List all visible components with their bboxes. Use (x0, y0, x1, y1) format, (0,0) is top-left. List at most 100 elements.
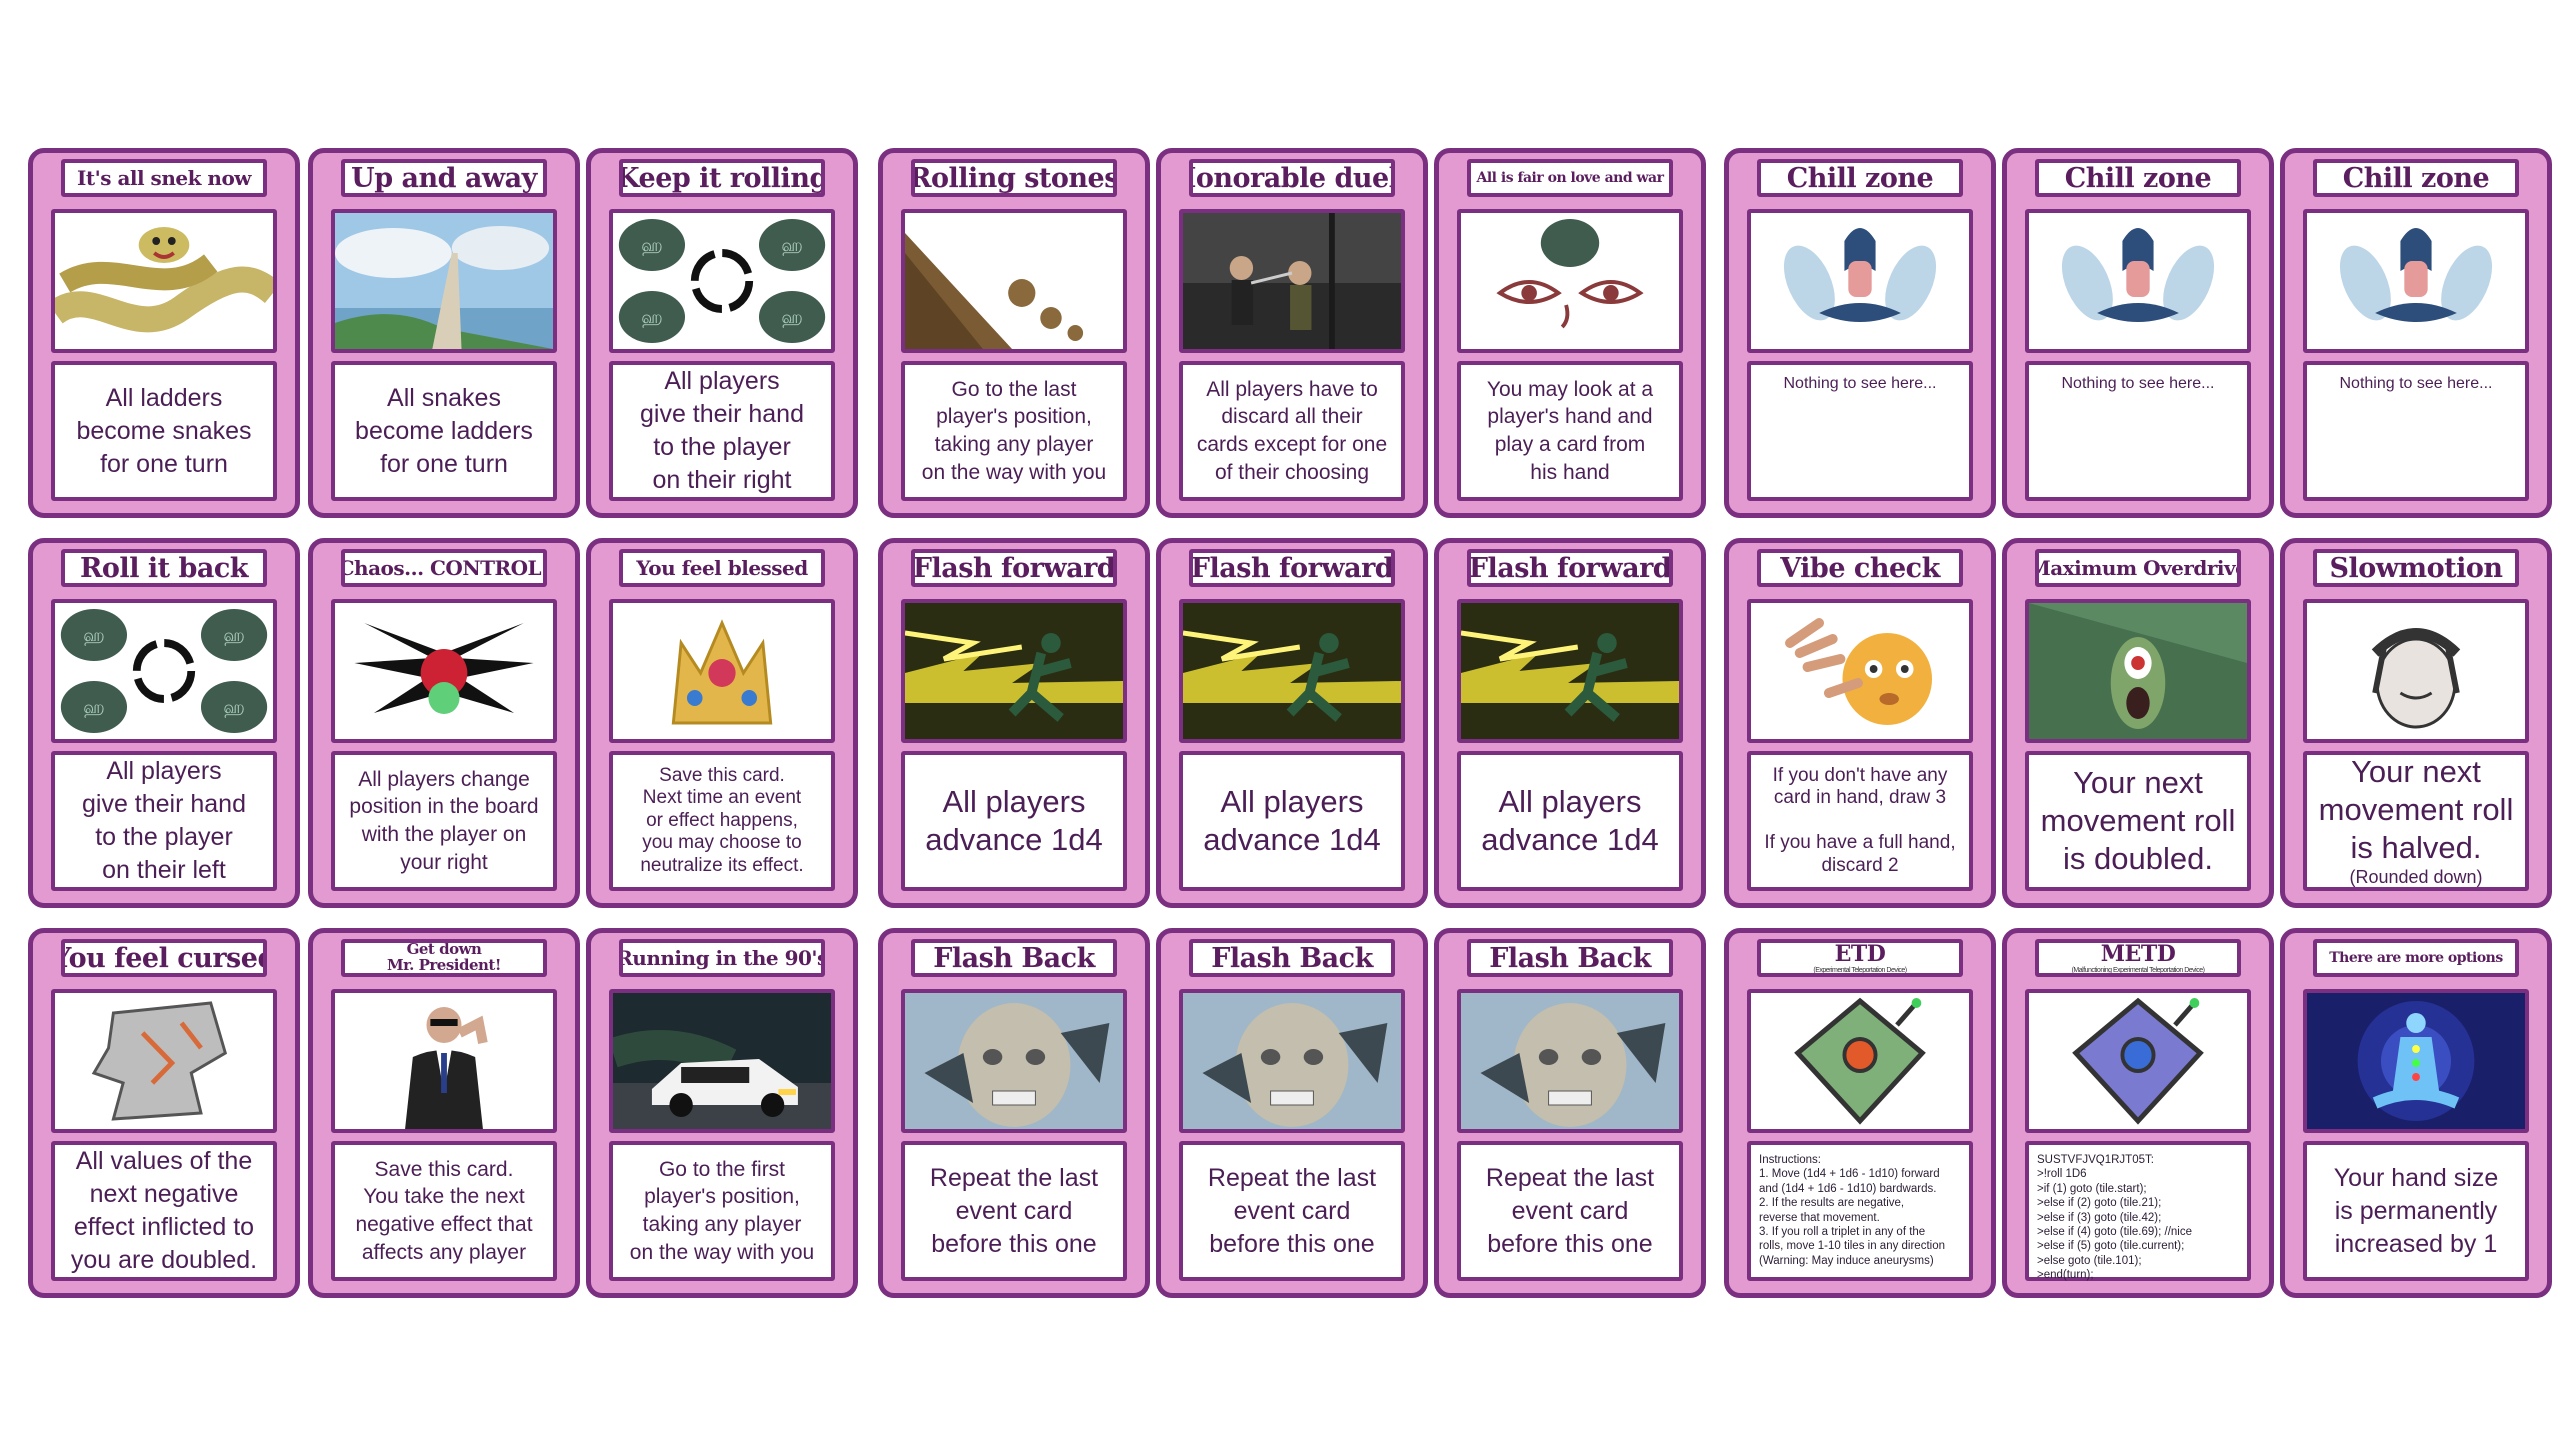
game-card[interactable]: Flash forward All players advance 1d4 (1434, 538, 1706, 908)
card-description-text: Save this card. Next time an event or ef… (640, 764, 804, 876)
card-description: You may look at a player's hand and play… (1457, 361, 1683, 501)
card-title-text: Up and away (351, 162, 537, 194)
flashback-face-icon (1457, 989, 1683, 1133)
game-card[interactable]: Up and away All snakes become ladders fo… (308, 148, 580, 518)
rockslide-icon (901, 209, 1127, 353)
svg-text:ஹ: ஹ (83, 626, 104, 646)
game-card[interactable]: Chill zone Nothing to see here... (2280, 148, 2552, 518)
card-description: All players advance 1d4 (1457, 751, 1683, 891)
card-title-text: Chaos... CONTROL! (341, 556, 547, 580)
card-description: All players give their hand to the playe… (51, 751, 277, 891)
card-description-text: Instructions: 1. Move (1d4 + 1d6 - 1d10)… (1759, 1154, 1945, 1267)
card-title-text: Chill zone (2342, 162, 2490, 194)
card-title-text: Vibe check (1780, 552, 1940, 584)
game-card[interactable]: There are more options Your hand size is… (2280, 928, 2552, 1298)
card-title-text: Chill zone (2064, 162, 2212, 194)
game-card[interactable]: It's all snek now All ladders become sna… (28, 148, 300, 518)
svg-text:ஹ: ஹ (781, 236, 802, 256)
game-card[interactable]: Get down Mr. President! Save this card. Y… (308, 928, 580, 1298)
card-description: All players advance 1d4 (1179, 751, 1405, 891)
game-card[interactable]: Honorable duels All players have to disc… (1156, 148, 1428, 518)
game-card[interactable]: You feel blessed Save this card. Next ti… (586, 538, 858, 908)
game-card[interactable]: All is fair on love and war You may look… (1434, 148, 1706, 518)
card-description-text: Your next movement roll is doubled. (2040, 765, 2236, 876)
card-description-text: All values of the next negative effect i… (70, 1147, 258, 1274)
card-title: It's all snek now (61, 159, 267, 197)
card-description: Save this card. You take the next negati… (331, 1141, 557, 1281)
card-description-text: You may look at a player's hand and play… (1486, 377, 1654, 484)
game-card[interactable]: Maximum Overdrive Your next movement rol… (2002, 538, 2274, 908)
plankton-icon (2025, 599, 2251, 743)
game-card[interactable]: Running in the 90's Go to the first play… (586, 928, 858, 1298)
card-title: You feel blessed (619, 549, 825, 587)
card-title: Flash Back (911, 939, 1117, 977)
card-subtitle: (Experimental Teleportation Device) (1813, 966, 1907, 974)
card-description: SUSTVFJVQ1RJT05T: >!roll 1D6 >if (1) got… (2025, 1141, 2251, 1281)
game-card[interactable]: Slowmotion Your next movement roll is ha… (2280, 538, 2552, 908)
rotate-hands-icon: ஹ ஹ ஹ ஹ (51, 599, 277, 743)
lightning-runner-icon (1457, 599, 1683, 743)
card-description-text: Nothing to see here... (1783, 375, 1937, 392)
game-card[interactable]: Flash Back Repeat the last event card be… (1434, 928, 1706, 1298)
pirate-duel-icon (1179, 209, 1405, 353)
game-card[interactable]: Roll it back ஹ ஹ ஹ ஹ All players give their … (28, 538, 300, 908)
card-description-text: SUSTVFJVQ1RJT05T: >!roll 1D6 >if (1) got… (2037, 1154, 2193, 1281)
cursed-emoji-icon (1747, 599, 1973, 743)
card-title: You feel cursed (61, 939, 267, 977)
game-card[interactable]: Chaos... CONTROL! All players change pos… (308, 538, 580, 908)
card-title-line: Mr. President! (387, 956, 501, 974)
card-description-text: All players give their hand to the playe… (81, 757, 246, 884)
card-description: Go to the last player's position, taking… (901, 361, 1127, 501)
card-description-text: All players advance 1d4 (1481, 784, 1659, 857)
card-description: Nothing to see here... (1747, 361, 1973, 501)
card-grid: It's all snek now All ladders become sna… (28, 148, 2552, 1298)
card-description: All values of the next negative effect i… (51, 1141, 277, 1281)
card-description-text: Your next movement roll is halved. (2318, 754, 2514, 865)
game-card[interactable]: ETD (Experimental Teleportation Device) I… (1724, 928, 1996, 1298)
chakra-meditation-icon (2303, 989, 2529, 1133)
crown-icon (609, 599, 835, 743)
card-description-text: Repeat the last event card before this o… (1207, 1163, 1377, 1258)
card-description: All players change position in the board… (331, 751, 557, 891)
card-description-text: Go to the first player's position, takin… (629, 1157, 815, 1264)
game-card[interactable]: Flash Back Repeat the last event card be… (1156, 928, 1428, 1298)
game-card[interactable]: Chill zone Nothing to see here... (1724, 148, 1996, 518)
card-description-text: Go to the last player's position, taking… (921, 377, 1107, 484)
lightning-runner-icon (901, 599, 1127, 743)
svg-text:ஹ: ஹ (223, 626, 244, 646)
game-card[interactable]: Keep it rolling ஹ ஹ ஹ ஹ All players give the… (586, 148, 858, 518)
card-title-text: Flash Back (933, 942, 1095, 974)
card-title: Chaos... CONTROL! (341, 549, 547, 587)
card-title: Chill zone (2313, 159, 2519, 197)
flashback-face-icon (901, 989, 1127, 1133)
card-description-text: Repeat the last event card before this o… (929, 1163, 1099, 1258)
game-card[interactable]: Rolling stones Go to the last player's p… (878, 148, 1150, 518)
card-title: Maximum Overdrive (2035, 549, 2241, 587)
svg-text:ஹ: ஹ (641, 236, 662, 256)
card-description-text: Nothing to see here... (2061, 375, 2215, 392)
svg-text:ஹ: ஹ (223, 698, 244, 718)
game-card[interactable]: You feel cursed All values of the next n… (28, 928, 300, 1298)
card-title: Flash Back (1467, 939, 1673, 977)
hedgehog-icon (331, 599, 557, 743)
card-title: There are more options (2313, 939, 2519, 977)
game-card[interactable]: Vibe check If you don't have any card in… (1724, 538, 1996, 908)
card-note: (Rounded down) (2349, 866, 2483, 887)
card-title-text: Flash forward (1468, 552, 1672, 584)
game-card[interactable]: Chill zone Nothing to see here... (2002, 148, 2274, 518)
card-title: Roll it back (61, 549, 267, 587)
game-card[interactable]: Flash forward All players advance 1d4 (878, 538, 1150, 908)
svg-text:ஹ: ஹ (641, 308, 662, 328)
card-description-text: All snakes become ladders for one turn (355, 383, 533, 478)
cursed-piece-icon (51, 989, 277, 1133)
game-card[interactable]: Flash Back Repeat the last event card be… (878, 928, 1150, 1298)
snake-icon (51, 209, 277, 353)
game-card[interactable]: METD (Malfunctioning Experimental Telepor… (2002, 928, 2274, 1298)
card-description-text: Nothing to see here... (2339, 375, 2493, 392)
card-title-text: You feel blessed (636, 556, 808, 580)
card-title: Flash forward (1189, 549, 1395, 587)
card-description: Repeat the last event card before this o… (901, 1141, 1127, 1281)
card-title-text: Rolling stones (911, 162, 1117, 194)
card-title-text: Flash forward (912, 552, 1116, 584)
game-card[interactable]: Flash forward All players advance 1d4 (1156, 538, 1428, 908)
